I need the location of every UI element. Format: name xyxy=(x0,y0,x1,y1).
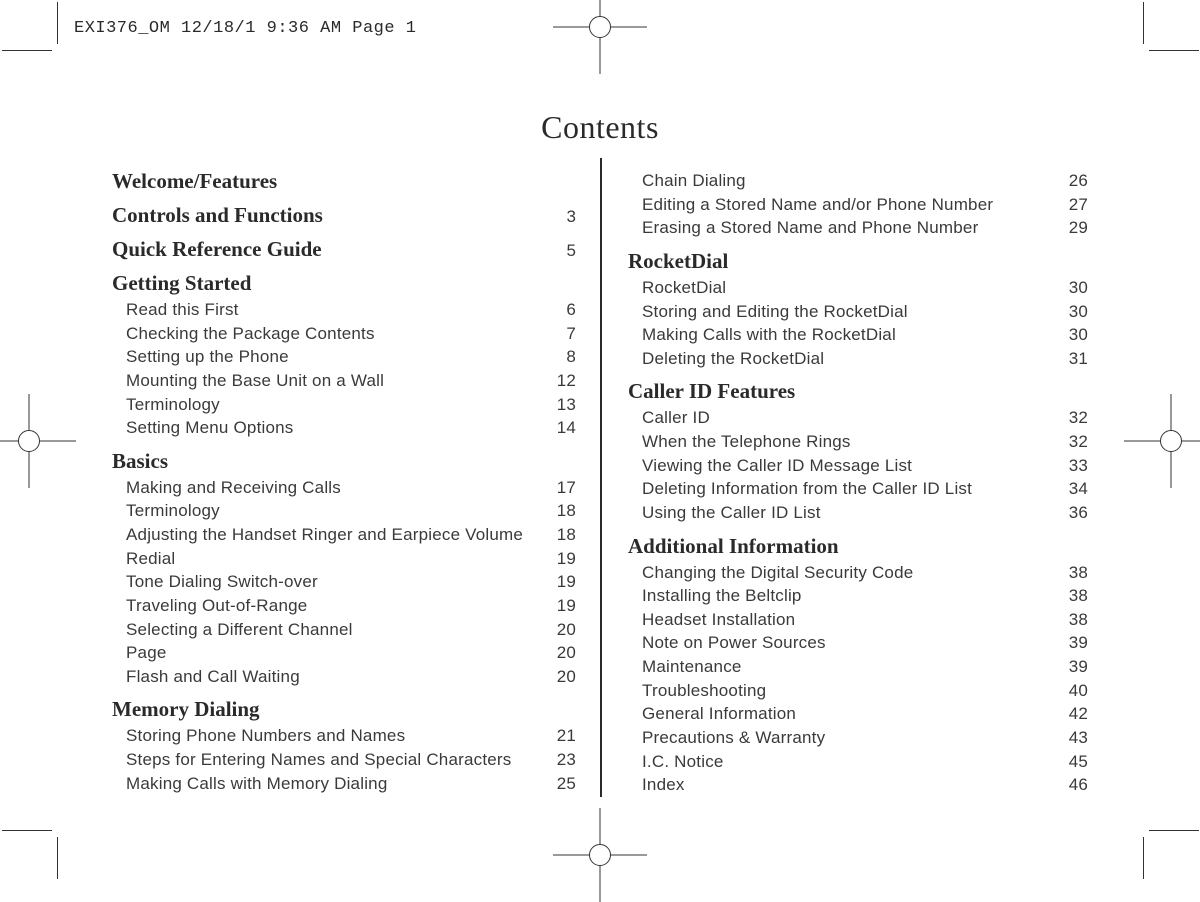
toc-entry: Setting up the Phone8 xyxy=(112,345,576,369)
print-header: EXI376_OM 12/18/1 9:36 AM Page 1 xyxy=(74,19,416,38)
toc-entry: Traveling Out-of-Range19 xyxy=(112,594,576,618)
toc-section-heading: Additional Information xyxy=(628,534,1088,559)
toc-section-heading: Welcome/Features xyxy=(112,169,576,194)
contents-column-left: Welcome/Features Controls and Functions3 Q… xyxy=(112,158,600,797)
registration-mark-icon xyxy=(1160,430,1182,452)
toc-section-heading: RocketDial xyxy=(628,249,1088,274)
registration-mark-icon xyxy=(18,430,40,452)
toc-entry: Checking the Package Contents7 xyxy=(112,322,576,346)
toc-entry: Flash and Call Waiting20 xyxy=(112,665,576,689)
toc-entry: Deleting the RocketDial31 xyxy=(628,347,1088,371)
toc-entry: Terminology18 xyxy=(112,499,576,523)
toc-entry: Page20 xyxy=(112,641,576,665)
toc-entry: Storing and Editing the RocketDial30 xyxy=(628,300,1088,324)
toc-entry: Selecting a Different Channel20 xyxy=(112,618,576,642)
toc-entry: Terminology13 xyxy=(112,393,576,417)
toc-entry: RocketDial30 xyxy=(628,276,1088,300)
toc-entry: Read this First6 xyxy=(112,298,576,322)
contents-columns: Welcome/Features Controls and Functions3 Q… xyxy=(112,158,1088,797)
toc-entry: Troubleshooting40 xyxy=(628,679,1088,703)
toc-entry: I.C. Notice45 xyxy=(628,750,1088,774)
toc-entry: Adjusting the Handset Ringer and Earpiec… xyxy=(112,523,576,547)
toc-entry: Tone Dialing Switch-over19 xyxy=(112,570,576,594)
toc-entry: Steps for Entering Names and Special Cha… xyxy=(112,748,576,772)
toc-entry: Mounting the Base Unit on a Wall12 xyxy=(112,369,576,393)
toc-entry: Setting Menu Options14 xyxy=(112,416,576,440)
toc-entry: Redial19 xyxy=(112,547,576,571)
toc-entry: Erasing a Stored Name and Phone Number29 xyxy=(628,216,1088,240)
toc-entry: Index46 xyxy=(628,773,1088,797)
toc-entry: Editing a Stored Name and/or Phone Numbe… xyxy=(628,193,1088,217)
toc-section-heading: Caller ID Features xyxy=(628,379,1088,404)
page-title: Contents xyxy=(0,109,1200,146)
toc-section-heading: Memory Dialing xyxy=(112,697,576,722)
toc-entry: Headset Installation38 xyxy=(628,608,1088,632)
crop-mark-icon xyxy=(57,830,58,831)
toc-section-heading: Quick Reference Guide5 xyxy=(112,237,576,262)
toc-section-heading: Basics xyxy=(112,449,576,474)
toc-entry: When the Telephone Rings32 xyxy=(628,430,1088,454)
crop-mark-icon xyxy=(1143,50,1144,51)
toc-entry: Storing Phone Numbers and Names21 xyxy=(112,724,576,748)
toc-entry: Making and Receiving Calls17 xyxy=(112,476,576,500)
contents-column-right: Chain Dialing26Editing a Stored Name and… xyxy=(600,158,1088,797)
toc-section-heading: Getting Started xyxy=(112,271,576,296)
toc-entry: Using the Caller ID List36 xyxy=(628,501,1088,525)
toc-entry: Making Calls with the RocketDial30 xyxy=(628,323,1088,347)
toc-entry: Viewing the Caller ID Message List33 xyxy=(628,454,1088,478)
toc-section-heading: Controls and Functions3 xyxy=(112,203,576,228)
toc-entry: Deleting Information from the Caller ID … xyxy=(628,477,1088,501)
crop-mark-icon xyxy=(57,50,58,51)
toc-entry: Caller ID32 xyxy=(628,406,1088,430)
toc-entry: Changing the Digital Security Code38 xyxy=(628,561,1088,585)
toc-entry: Chain Dialing26 xyxy=(628,169,1088,193)
registration-mark-icon xyxy=(589,16,611,38)
toc-entry: Installing the Beltclip38 xyxy=(628,584,1088,608)
toc-entry: Maintenance39 xyxy=(628,655,1088,679)
toc-entry: Making Calls with Memory Dialing25 xyxy=(112,772,576,796)
toc-entry: General Information42 xyxy=(628,702,1088,726)
toc-entry: Note on Power Sources39 xyxy=(628,631,1088,655)
toc-entry: Precautions & Warranty43 xyxy=(628,726,1088,750)
registration-mark-icon xyxy=(589,844,611,866)
crop-mark-icon xyxy=(1143,830,1144,831)
